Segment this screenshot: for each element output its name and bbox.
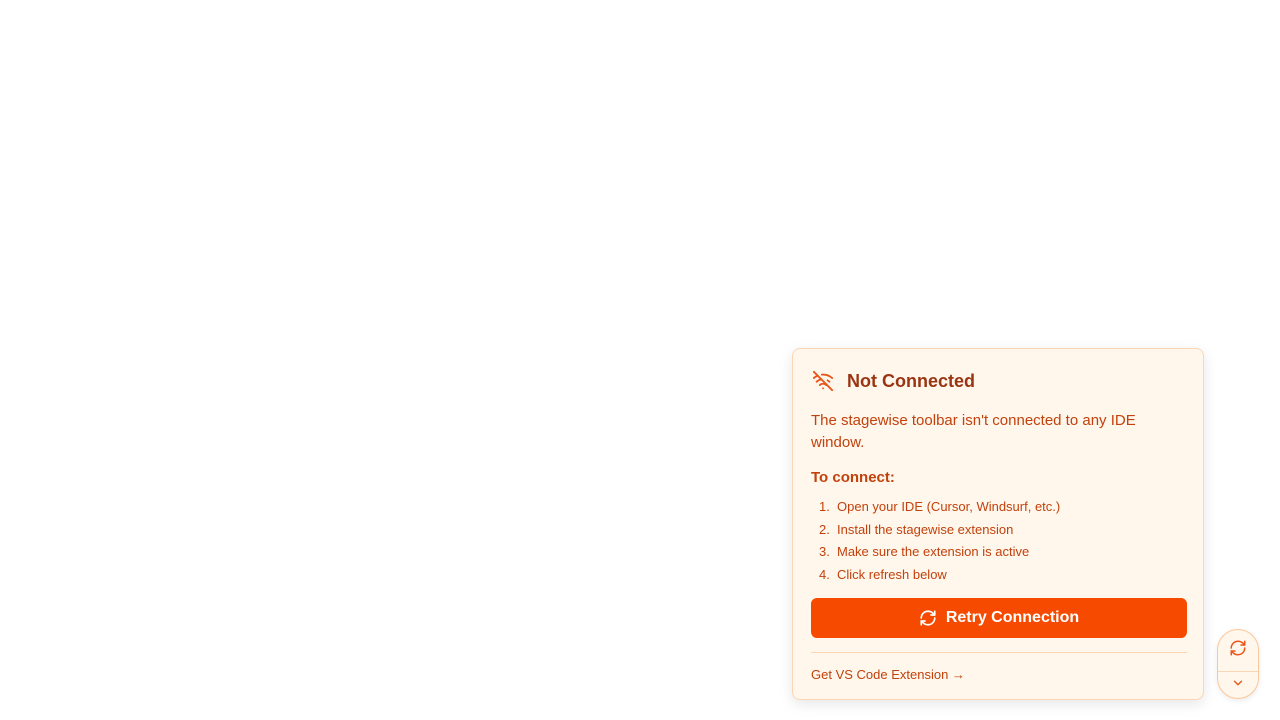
step-text: Open your IDE (Cursor, Windsurf, etc.) (837, 499, 1061, 514)
step-number: 2. (819, 521, 830, 537)
panel-description: The stagewise toolbar isn't connected to… (811, 412, 1136, 451)
step-number: 3. (819, 544, 830, 559)
step-item: 4. Click refresh below (819, 564, 1185, 587)
chevron-down-icon (1231, 676, 1245, 695)
step-text: Click refresh below (837, 566, 947, 582)
step-item: 3. Make sure the extension is active (819, 541, 1185, 564)
panel-header: Not Connected (811, 369, 1185, 393)
retry-connection-button[interactable]: Retry Connection (811, 598, 1187, 638)
step-item: 1. Open your IDE (Cursor, Windsurf, etc.… (819, 496, 1185, 519)
step-text: Make sure the extension is active (837, 544, 1030, 559)
refresh-icon (919, 609, 937, 627)
connection-panel: Not Connected The stagewise toolbar isn'… (792, 348, 1204, 700)
connect-heading: To connect: (811, 469, 895, 486)
retry-connection-label: Retry Connection (945, 609, 1080, 626)
panel-title: Not Connected (847, 371, 975, 391)
step-text: Install the stagewise extension (837, 521, 1014, 537)
step-number: 1. (819, 499, 830, 514)
wifi-off-icon (811, 369, 835, 393)
mini-toolbar (1217, 629, 1259, 699)
toolbar-collapse-button[interactable] (1218, 671, 1258, 698)
toolbar-refresh-button[interactable] (1218, 630, 1258, 671)
page: Not Connected The stagewise toolbar isn'… (0, 0, 1280, 720)
step-number: 4. (819, 566, 830, 582)
get-vscode-extension-link[interactable]: Get VS Code Extension → (811, 666, 965, 684)
refresh-icon (1229, 639, 1247, 662)
step-item: 2. Install the stagewise extension (819, 519, 1185, 542)
connect-steps-list: 1. Open your IDE (Cursor, Windsurf, etc.… (811, 496, 1185, 586)
divider (811, 652, 1187, 653)
